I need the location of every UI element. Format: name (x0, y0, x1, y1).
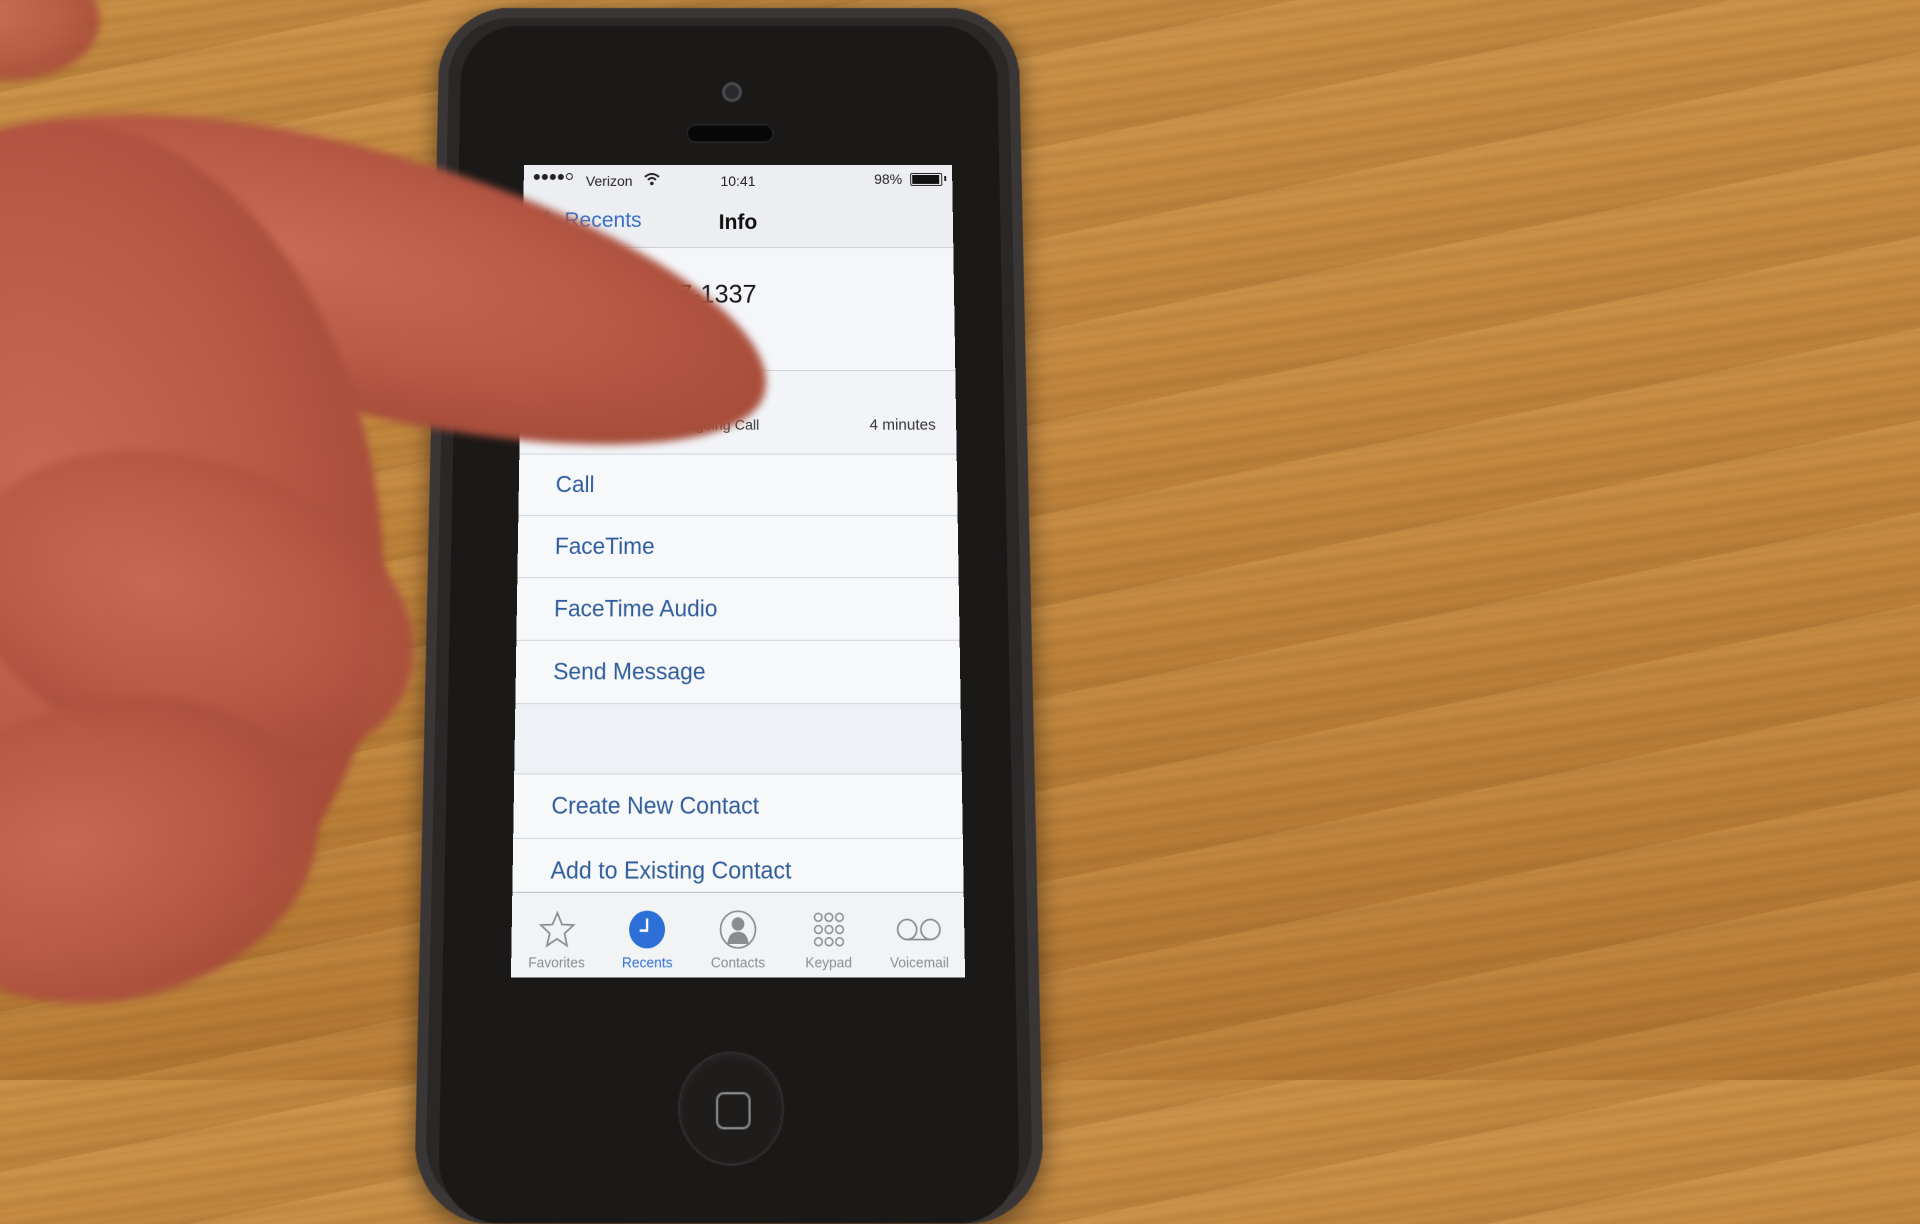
facetime-button[interactable]: FaceTime (517, 516, 959, 579)
recent-call-duration: 4 minutes (869, 416, 936, 434)
battery-fill (912, 174, 940, 184)
tab-label: Recents (621, 954, 673, 971)
curled-finger (0, 396, 456, 824)
lower-finger (0, 659, 347, 1041)
action-list: Call FaceTime FaceTime Audio Send Messag… (512, 454, 964, 904)
thumb-tip (0, 0, 100, 80)
tab-label: Voicemail (889, 954, 950, 971)
recent-call-type: Outgoing Call (672, 416, 760, 433)
battery-tip (944, 175, 947, 181)
facetime-audio-button[interactable]: FaceTime Audio (516, 578, 960, 641)
home-button[interactable] (677, 1051, 785, 1166)
contact-actions: Create New Contact Add to Existing Conta… (512, 774, 964, 904)
section-spacer (514, 704, 962, 775)
home-square-icon (715, 1092, 751, 1130)
tab-label: Keypad (805, 954, 853, 971)
tab-favorites[interactable]: Favorites (512, 907, 602, 977)
call-button[interactable]: Call (518, 454, 958, 517)
battery-icon (910, 172, 943, 186)
tab-label: Contacts (710, 954, 766, 971)
keypad-icon (809, 910, 847, 950)
voicemail-icon (894, 910, 943, 950)
battery-percentage: 98% (874, 170, 903, 187)
phone-number: +1 (855) 567-1337 (547, 280, 757, 309)
front-camera (721, 82, 743, 103)
tab-recents[interactable]: Recents (603, 907, 692, 977)
recent-call-row: Outgoing Call 4 minutes (519, 371, 957, 455)
navigation-bar: Recents Info (522, 196, 954, 249)
create-new-contact-button[interactable]: Create New Contact (513, 774, 963, 839)
tab-bar: Favorites Recents Contacts Keypad Voicem… (510, 891, 966, 978)
earpiece-speaker (686, 124, 774, 143)
person-icon (719, 910, 757, 950)
phone-screen: Verizon 10:41 98% Recents Info +1 (855) … (510, 165, 966, 978)
send-message-button[interactable]: Send Message (515, 640, 961, 705)
page-title: Info (718, 210, 758, 234)
hand-palm (0, 92, 422, 968)
clock-icon (629, 910, 666, 949)
contact-header: +1 (855) 567-1337 (520, 248, 956, 372)
star-icon (538, 910, 577, 950)
tab-label: Favorites (528, 954, 585, 971)
tab-voicemail[interactable]: Voicemail (874, 907, 964, 977)
tab-contacts[interactable]: Contacts (693, 907, 782, 977)
tab-keypad[interactable]: Keypad (784, 907, 873, 977)
status-bar: Verizon 10:41 98% (523, 165, 953, 197)
